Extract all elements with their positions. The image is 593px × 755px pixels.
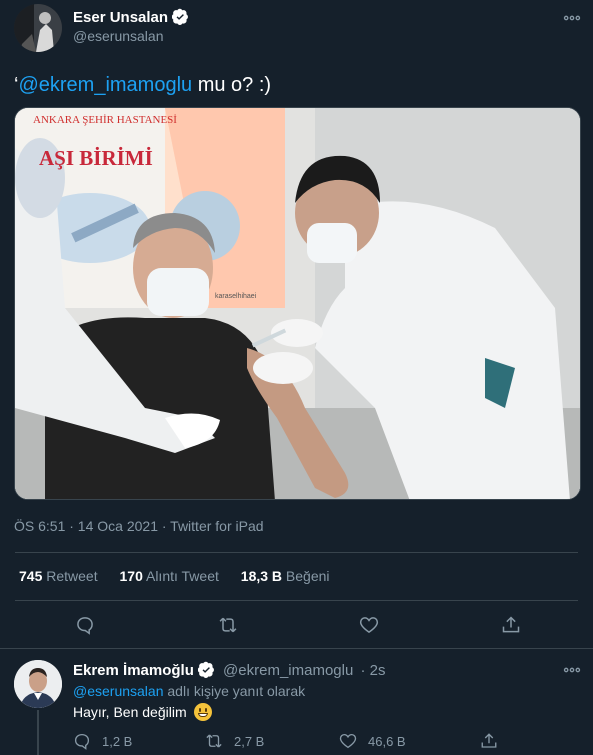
- reply-retweet-count: 2,7 B: [234, 734, 265, 749]
- reply-like-count: 46,6 B: [368, 734, 406, 749]
- reply-reply-icon[interactable]: [73, 732, 91, 750]
- retweets-stat[interactable]: 745 Retweet: [19, 568, 98, 584]
- author-avatar[interactable]: [14, 4, 62, 52]
- more-options-icon[interactable]: [562, 8, 582, 28]
- reply-more-options-icon[interactable]: [562, 660, 582, 680]
- author-name[interactable]: Eser Unsalan: [73, 9, 168, 26]
- tweet-text-mention[interactable]: @ekrem_imamoglu: [18, 74, 192, 96]
- reply-avatar-image: [14, 660, 62, 708]
- share-icon[interactable]: [501, 615, 521, 635]
- tweet-text: ‘@ekrem_imamoglu mu o? :): [14, 74, 272, 96]
- divider: [15, 552, 578, 553]
- verified-badge-icon: [172, 8, 188, 25]
- photo-sign-title: ANKARA ŞEHİR HASTANESİ: [33, 114, 177, 126]
- verified-badge-icon: [197, 661, 214, 678]
- like-icon[interactable]: [359, 615, 379, 635]
- replying-to-mention[interactable]: @eserunsalan: [73, 683, 164, 699]
- reply-author-name[interactable]: Ekrem İmamoğlu: [73, 662, 194, 679]
- quotes-stat[interactable]: 170 Alıntı Tweet: [120, 568, 219, 584]
- reply-icon[interactable]: [75, 615, 95, 635]
- reply-text: Hayır, Ben değilim: [73, 703, 212, 721]
- photo-sign-small: karaselhihaei: [215, 293, 257, 300]
- author-avatar-image: [14, 4, 62, 52]
- tweet-timestamp[interactable]: ÖS 6:51 · 14 Oca 2021 · Twitter for iPad: [14, 518, 264, 534]
- tweet-stats: 745 Retweet 170 Alıntı Tweet 18,3 B Beğe…: [19, 568, 330, 584]
- replying-to: @eserunsalan adlı kişiye yanıt olarak: [73, 683, 306, 699]
- reply-retweet-icon[interactable]: [205, 732, 223, 750]
- grinning-face-emoji: [193, 703, 212, 721]
- divider: [0, 648, 593, 649]
- likes-stat[interactable]: 18,3 B Beğeni: [241, 568, 330, 584]
- retweet-icon[interactable]: [218, 615, 238, 635]
- reply-avatar[interactable]: [14, 660, 62, 708]
- author-handle[interactable]: @eserunsalan: [73, 28, 164, 44]
- divider: [15, 600, 578, 601]
- reply-handle[interactable]: @ekrem_imamoglu: [223, 662, 353, 679]
- reply-time[interactable]: · 2s: [361, 662, 386, 679]
- thread-line: [37, 710, 39, 755]
- reply-share-icon[interactable]: [480, 732, 498, 750]
- tweet-photo[interactable]: ANKARA ŞEHİR HASTANESİ AŞI BİRİMİ karase…: [14, 107, 581, 500]
- reply-reply-count: 1,2 B: [102, 734, 133, 749]
- reply-like-icon[interactable]: [339, 732, 357, 750]
- photo-sign-heading: AŞI BİRİMİ: [39, 146, 153, 170]
